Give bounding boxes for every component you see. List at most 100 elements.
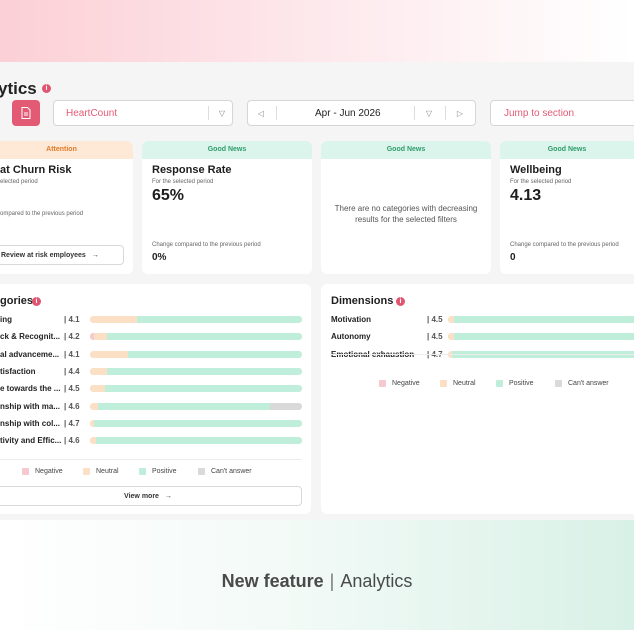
distribution-bar[interactable] (90, 350, 302, 358)
chevron-down-icon: ▽ (218, 108, 226, 118)
row-label: Motivation (331, 315, 371, 324)
legend-label: Can't answer (568, 380, 609, 387)
footer-caption: New feature | Analytics (0, 571, 634, 592)
row-label: e towards the ... (0, 384, 61, 394)
legend-positive: Positive (496, 380, 534, 387)
wellbeing-change-label: Change compared to the previous period (510, 242, 619, 248)
chevron-right-icon[interactable]: ▷ (449, 101, 471, 125)
legend-label: Negative (35, 468, 63, 475)
distribution-bar[interactable] (448, 316, 634, 323)
positive-segment (136, 316, 302, 323)
neutral-segment (94, 333, 107, 341)
arrow-right-icon: → (91, 251, 99, 259)
legend-negative: Negative (22, 468, 63, 475)
response-card-title: Response Rate (152, 164, 232, 176)
neutral-segment (90, 367, 107, 375)
legend-neutral: Neutral (440, 380, 476, 387)
legend-swatch (440, 380, 447, 387)
positive-segment (106, 367, 302, 375)
row-score: | 4.5 (64, 384, 80, 394)
row-score: | 4.2 (64, 332, 80, 342)
footer-strong: New feature (221, 571, 324, 591)
dimensions-panel: Dimensions i Motivation | 4.5 Autonomy | 4.… (321, 284, 634, 514)
divider (414, 106, 415, 120)
distribution-bar[interactable] (90, 333, 302, 341)
legend-swatch (379, 380, 386, 387)
legend-label: Neutral (96, 468, 119, 475)
chevron-left-icon[interactable]: ◁ (250, 101, 272, 125)
info-icon[interactable]: i (32, 297, 41, 306)
survey-select[interactable]: HeartCount ▽ (53, 100, 233, 126)
categories-panel: gories i ing | 4.1 ck & Recognit... | 4.2 al… (0, 284, 311, 514)
distribution-bar[interactable] (90, 419, 302, 427)
categories-title: gories (0, 295, 34, 307)
row-score: | 4.5 (427, 315, 443, 324)
wellbeing-card-subtitle: For the selected period (510, 179, 572, 185)
view-more-label: View more (124, 492, 159, 500)
legend-negative: Negative (379, 380, 420, 387)
neutral-segment (90, 316, 137, 323)
cant-answer-segment (270, 402, 302, 410)
positive-segment (106, 333, 302, 341)
row-score: | 4.5 (427, 332, 443, 342)
row-score: | 4.1 (64, 349, 80, 359)
legend-label: Positive (152, 468, 177, 475)
info-icon[interactable]: i (396, 297, 405, 306)
jump-to-section-label: Jump to section (504, 108, 575, 119)
row-label: Autonomy (331, 332, 371, 342)
response-rate-value: 65% (152, 187, 185, 204)
response-card-subtitle: For the selected period (152, 179, 214, 185)
period-select[interactable]: ◁ Apr - Jun 2026 ▽ ▷ (247, 100, 476, 126)
survey-select-value: HeartCount (66, 108, 118, 119)
legend-label: Neutral (453, 380, 476, 387)
legend-label: Negative (392, 380, 420, 387)
divider (445, 106, 446, 120)
legend-swatch (22, 468, 29, 475)
review-at-risk-button[interactable]: Review at risk employees → (0, 245, 124, 265)
attention-badge: Attention (0, 141, 133, 159)
period-value: Apr - Jun 2026 (315, 108, 381, 119)
document-icon (21, 107, 31, 119)
view-more-button[interactable]: View more → (0, 486, 302, 506)
info-icon[interactable]: i (42, 84, 51, 93)
good-news-badge: Good News (142, 141, 312, 159)
response-change-value: 0% (152, 252, 167, 263)
response-change-label: Change compared to the previous period (152, 242, 261, 248)
positive-segment (128, 350, 302, 358)
arrow-right-icon: → (164, 492, 172, 500)
row-score: | 4.6 (64, 436, 80, 446)
decreasing-categories-card: Good News There are no categories with d… (321, 141, 491, 274)
no-categories-message: There are no categories with decreasing … (334, 204, 478, 224)
legend-label: Positive (509, 380, 534, 387)
jump-to-section-select[interactable]: Jump to section (490, 100, 634, 126)
top-gradient-band (0, 0, 634, 62)
legend-positive: Positive (139, 468, 177, 475)
distribution-bar[interactable] (90, 437, 302, 445)
legend-swatch (83, 468, 90, 475)
positive-segment (98, 402, 271, 410)
distribution-bar[interactable] (90, 385, 302, 393)
row-score: | 4.1 (64, 315, 80, 324)
row-label: al advanceme... (0, 349, 60, 359)
distribution-bar[interactable] (90, 402, 302, 410)
row-label: nship with ma... (0, 401, 61, 411)
wellbeing-card-title: Wellbeing (510, 164, 562, 176)
churn-risk-card: Attention at Churn Risk elected period o… (0, 141, 133, 274)
distribution-bar[interactable] (90, 367, 302, 375)
churn-change-label: ompared to the previous period (0, 211, 84, 217)
legend-swatch (555, 380, 562, 387)
divider (208, 106, 209, 120)
divider (331, 354, 634, 355)
positive-segment (96, 437, 302, 445)
analytics-app: ytics i HeartCount ▽ ◁ Apr - Jun 2026 ▽ … (0, 62, 634, 520)
row-label: tisfaction (0, 366, 36, 376)
legend-swatch (496, 380, 503, 387)
wellbeing-value: 4.13 (510, 187, 542, 204)
export-pdf-button[interactable] (12, 100, 40, 126)
distribution-bar[interactable] (448, 333, 634, 341)
page-title: ytics (0, 79, 37, 98)
chevron-down-icon[interactable]: ▽ (418, 101, 440, 125)
legend-cant-answer: Can't answer (198, 468, 252, 475)
row-score: | 4.6 (64, 401, 80, 411)
distribution-bar[interactable] (90, 316, 302, 323)
